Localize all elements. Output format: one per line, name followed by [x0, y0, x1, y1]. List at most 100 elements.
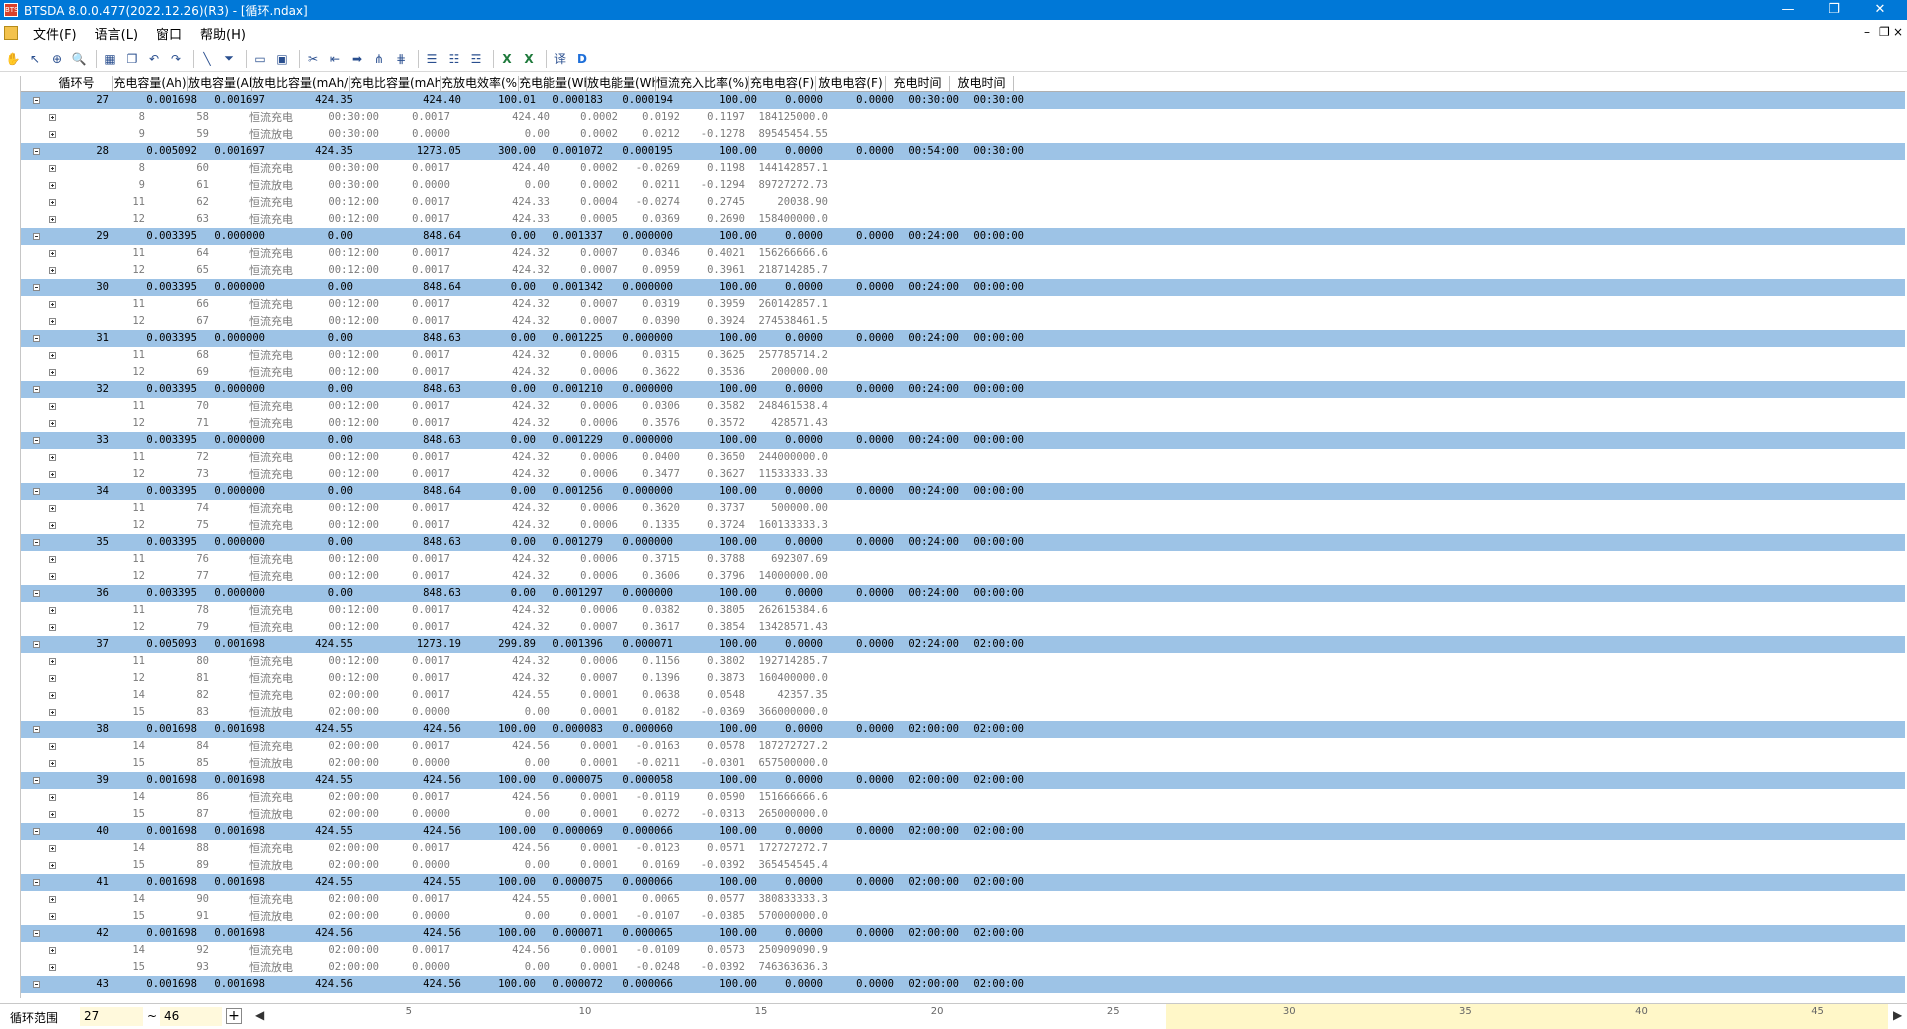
minimize-button[interactable]: —: [1765, 0, 1811, 20]
column-header[interactable]: 放电时间: [950, 76, 1014, 91]
expand-toggle-icon[interactable]: [49, 505, 56, 512]
column-header[interactable]: 循环号: [41, 76, 113, 91]
expand-toggle-icon[interactable]: [49, 165, 56, 172]
expand-toggle-icon[interactable]: [49, 369, 56, 376]
step-row[interactable]: 15 85 恒流放电 02:00:00 0.0000 0.00 0.0001 -0.0211-…: [21, 755, 1905, 772]
step-row[interactable]: 11 80 恒流充电 00:12:00 0.0017 424.32 0.0006 0.1156…: [21, 653, 1905, 670]
line-tool-icon[interactable]: ╲: [198, 50, 216, 68]
step-row[interactable]: 12 73 恒流充电 00:12:00 0.0017 424.32 0.0006 0.3477…: [21, 466, 1905, 483]
step-row[interactable]: 12 75 恒流充电 00:12:00 0.0017 424.32 0.0006 0.1335…: [21, 517, 1905, 534]
step-row[interactable]: 11 66 恒流充电 00:12:00 0.0017 424.32 0.0007 0.0319…: [21, 296, 1905, 313]
expand-toggle-icon[interactable]: [49, 658, 56, 665]
collapse-toggle-icon[interactable]: [33, 233, 40, 240]
step-row[interactable]: 12 69 恒流充电 00:12:00 0.0017 424.32 0.0006 0.3622…: [21, 364, 1905, 381]
table-alt-icon[interactable]: ☷: [445, 50, 463, 68]
step-row[interactable]: 11 68 恒流充电 00:12:00 0.0017 424.32 0.0006 0.0315…: [21, 347, 1905, 364]
split-icon[interactable]: ⋔: [370, 50, 388, 68]
restore-button[interactable]: ❐: [1811, 0, 1857, 20]
column-header[interactable]: 放电电容(F): [816, 76, 886, 91]
column-header[interactable]: 充电电容(F): [749, 76, 816, 91]
cycle-row[interactable]: 36 0.003395 0.000000 0.00 848.63 0.00 0.001297…: [21, 585, 1905, 602]
cycle-row[interactable]: 42 0.001698 0.001698 424.56 424.56 100.00 0.00…: [21, 925, 1905, 942]
expand-toggle-icon[interactable]: [49, 862, 56, 869]
document-icon[interactable]: [4, 26, 18, 40]
cycle-data-grid[interactable]: 循环号充电容量(Ah)放电容量(Ah)放电比容量(mAh/g)充电比容量(mAh…: [20, 76, 1905, 998]
cycle-row[interactable]: 43 0.001698 0.001698 424.56 424.56 100.00 0.00…: [21, 976, 1905, 993]
step-row[interactable]: 11 78 恒流充电 00:12:00 0.0017 424.32 0.0006 0.0382…: [21, 602, 1905, 619]
table-icon[interactable]: ☰: [423, 50, 441, 68]
menu-language[interactable]: 语言(L): [86, 24, 147, 43]
collapse-toggle-icon[interactable]: [33, 97, 40, 104]
step-row[interactable]: 15 83 恒流放电 02:00:00 0.0000 0.00 0.0001 0.0182 -0…: [21, 704, 1905, 721]
step-row[interactable]: 9 59 恒流放电 00:30:00 0.0000 0.00 0.0002 0.0212 -0.…: [21, 126, 1905, 143]
step-row[interactable]: 14 90 恒流充电 02:00:00 0.0017 424.55 0.0001 0.0065…: [21, 891, 1905, 908]
step-row[interactable]: 15 91 恒流放电 02:00:00 0.0000 0.00 0.0001 -0.0107-…: [21, 908, 1905, 925]
step-row[interactable]: 11 70 恒流充电 00:12:00 0.0017 424.32 0.0006 0.0306…: [21, 398, 1905, 415]
expand-toggle-icon[interactable]: [49, 675, 56, 682]
open-folder-icon[interactable]: ▭: [251, 50, 269, 68]
expand-toggle-icon[interactable]: [49, 947, 56, 954]
step-row[interactable]: 14 82 恒流充电 02:00:00 0.0017 424.55 0.0001 0.0638…: [21, 687, 1905, 704]
column-header[interactable]: 放电比容量(mAh/g): [252, 76, 350, 91]
close-button[interactable]: ✕: [1857, 0, 1903, 20]
expand-toggle-icon[interactable]: [49, 760, 56, 767]
expand-toggle-icon[interactable]: [49, 216, 56, 223]
step-row[interactable]: 9 61 恒流放电 00:30:00 0.0000 0.00 0.0002 0.0211 -0.…: [21, 177, 1905, 194]
expand-toggle-icon[interactable]: [49, 454, 56, 461]
step-row[interactable]: 14 88 恒流充电 02:00:00 0.0017 424.56 0.0001 -0.012…: [21, 840, 1905, 857]
step-row[interactable]: 12 77 恒流充电 00:12:00 0.0017 424.32 0.0006 0.3606…: [21, 568, 1905, 585]
step-row[interactable]: 12 67 恒流充电 00:12:00 0.0017 424.32 0.0007 0.0390…: [21, 313, 1905, 330]
expand-toggle-icon[interactable]: [49, 811, 56, 818]
cycle-row[interactable]: 28 0.005092 0.001697 424.35 1273.05 300.00 0.0…: [21, 143, 1905, 160]
collapse-toggle-icon[interactable]: [33, 777, 40, 784]
step-row[interactable]: 11 62 恒流充电 00:12:00 0.0017 424.33 0.0004 -0.027…: [21, 194, 1905, 211]
expand-toggle-icon[interactable]: [49, 352, 56, 359]
cycle-row[interactable]: 37 0.005093 0.001698 424.55 1273.19 299.89 0.0…: [21, 636, 1905, 653]
add-range-button[interactable]: +: [226, 1008, 242, 1024]
cycle-row[interactable]: 30 0.003395 0.000000 0.00 848.64 0.00 0.001342…: [21, 279, 1905, 296]
scale-left-arrow[interactable]: ◀: [255, 1008, 264, 1022]
cycle-row[interactable]: 27 0.001698 0.001697 424.35 424.40 100.01 0.00…: [21, 92, 1905, 109]
step-row[interactable]: 12 79 恒流充电 00:12:00 0.0017 424.32 0.0007 0.3617…: [21, 619, 1905, 636]
pointer-icon[interactable]: ↖: [26, 50, 44, 68]
collapse-toggle-icon[interactable]: [33, 335, 40, 342]
column-header[interactable]: 充电容量(Ah): [113, 76, 188, 91]
step-row[interactable]: 11 64 恒流充电 00:12:00 0.0017 424.32 0.0007 0.0346…: [21, 245, 1905, 262]
expand-toggle-icon[interactable]: [49, 182, 56, 189]
expand-toggle-icon[interactable]: [49, 522, 56, 529]
zoom-icon[interactable]: 🔍: [70, 50, 88, 68]
collapse-toggle-icon[interactable]: [33, 641, 40, 648]
cycle-range-to-input[interactable]: 46: [160, 1007, 222, 1026]
step-row[interactable]: 12 71 恒流充电 00:12:00 0.0017 424.32 0.0006 0.3576…: [21, 415, 1905, 432]
d-icon[interactable]: D: [573, 50, 591, 68]
step-row[interactable]: 14 86 恒流充电 02:00:00 0.0017 424.56 0.0001 -0.011…: [21, 789, 1905, 806]
column-header[interactable]: 充电比容量(mAh/g): [350, 76, 441, 91]
expand-toggle-icon[interactable]: [49, 709, 56, 716]
menu-file[interactable]: 文件(F): [24, 24, 86, 43]
column-header[interactable]: 恒流充入比率(%): [656, 76, 749, 91]
collapse-toggle-icon[interactable]: [33, 148, 40, 155]
cycle-row[interactable]: 29 0.003395 0.000000 0.00 848.64 0.00 0.001337…: [21, 228, 1905, 245]
expand-toggle-icon[interactable]: [49, 743, 56, 750]
step-row[interactable]: 12 63 恒流充电 00:12:00 0.0017 424.33 0.0005 0.0369…: [21, 211, 1905, 228]
step-row[interactable]: 11 72 恒流充电 00:12:00 0.0017 424.32 0.0006 0.0400…: [21, 449, 1905, 466]
step-row[interactable]: 15 87 恒流放电 02:00:00 0.0000 0.00 0.0001 0.0272 -0…: [21, 806, 1905, 823]
mdi-minimize-button[interactable]: –: [1864, 25, 1870, 39]
menu-help[interactable]: 帮助(H): [191, 24, 255, 43]
expand-toggle-icon[interactable]: [49, 556, 56, 563]
step-row[interactable]: 8 60 恒流充电 00:30:00 0.0017 424.40 0.0002 -0.0269…: [21, 160, 1905, 177]
expand-toggle-icon[interactable]: [49, 964, 56, 971]
expand-toggle-icon[interactable]: [49, 471, 56, 478]
expand-toggle-icon[interactable]: [49, 403, 56, 410]
step-row[interactable]: 14 84 恒流充电 02:00:00 0.0017 424.56 0.0001 -0.016…: [21, 738, 1905, 755]
merge-icon[interactable]: ⋕: [392, 50, 410, 68]
expand-toggle-icon[interactable]: [49, 199, 56, 206]
cycle-row[interactable]: 35 0.003395 0.000000 0.00 848.63 0.00 0.001279…: [21, 534, 1905, 551]
cycle-range-slider[interactable]: 5 10 15 20 25 30 35 40 45: [268, 1004, 1888, 1029]
step-row[interactable]: 8 58 恒流充电 00:30:00 0.0017 424.40 0.0002 0.0192 0…: [21, 109, 1905, 126]
undo-icon[interactable]: ↶: [145, 50, 163, 68]
step-row[interactable]: 14 92 恒流充电 02:00:00 0.0017 424.56 0.0001 -0.010…: [21, 942, 1905, 959]
hand-icon[interactable]: ✋: [4, 50, 22, 68]
expand-toggle-icon[interactable]: [49, 692, 56, 699]
step-row[interactable]: 15 93 恒流放电 02:00:00 0.0000 0.00 0.0001 -0.0248-…: [21, 959, 1905, 976]
